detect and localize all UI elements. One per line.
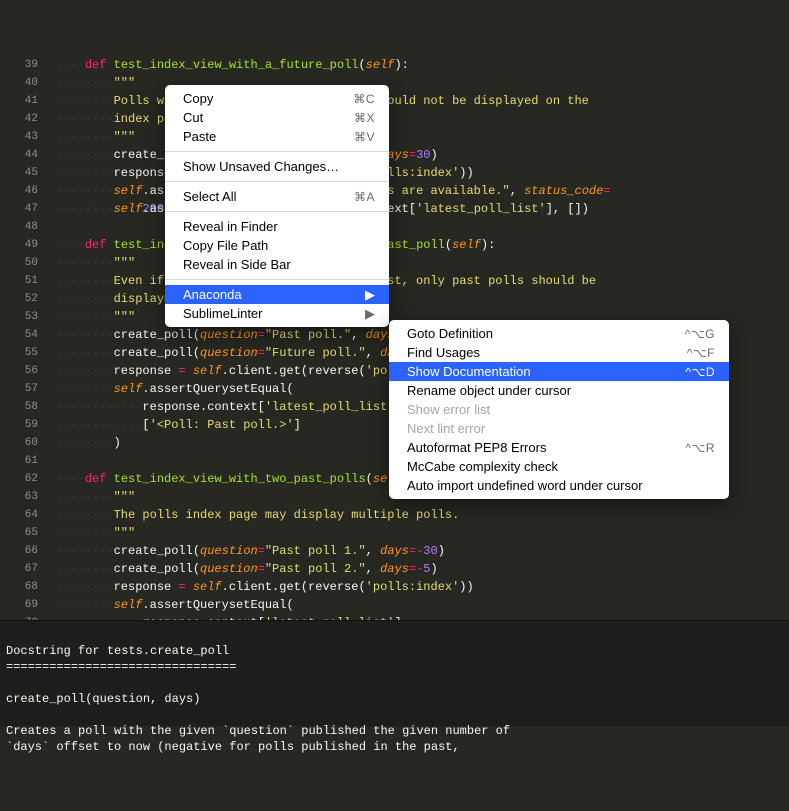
menu-item-mccabe-complexity-check[interactable]: McCabe complexity check <box>389 457 729 476</box>
line-number: 48 <box>0 218 38 236</box>
menu-item-label: Copy <box>183 91 329 106</box>
menu-item-show-error-list: Show error list <box>389 400 729 419</box>
doc-signature: create_poll(question, days) <box>6 692 200 706</box>
menu-separator <box>165 279 389 280</box>
menu-item-label: Paste <box>183 129 330 144</box>
line-number: 58 <box>0 398 38 416</box>
doc-underline: ================================ <box>6 660 236 674</box>
anaconda-submenu[interactable]: Goto Definition^⌥GFind Usages^⌥FShow Doc… <box>389 320 729 499</box>
line-number: 43 <box>0 128 38 146</box>
line-number: 49 <box>0 236 38 254</box>
submenu-arrow-icon: ▶ <box>341 287 375 303</box>
menu-item-label: SublimeLinter <box>183 306 341 321</box>
menu-item-label: Find Usages <box>407 345 663 360</box>
line-number: 47 <box>0 200 38 218</box>
menu-item-label: Show error list <box>407 402 715 417</box>
line-number: 56 <box>0 362 38 380</box>
doc-body-line: `days` offset to now (negative for polls… <box>6 740 460 754</box>
line-number: 67 <box>0 560 38 578</box>
docstring-panel: Docstring for tests.create_poll ========… <box>0 620 789 726</box>
menu-item-label: Reveal in Side Bar <box>183 257 375 272</box>
line-number: 55 <box>0 344 38 362</box>
menu-item-goto-definition[interactable]: Goto Definition^⌥G <box>389 324 729 343</box>
menu-item-paste[interactable]: Paste⌘V <box>165 127 389 146</box>
menu-item-label: Autoformat PEP8 Errors <box>407 440 661 455</box>
menu-item-shortcut: ⌘A <box>330 190 375 204</box>
menu-item-rename-object-under-cursor[interactable]: Rename object under cursor <box>389 381 729 400</box>
line-number: 69 <box>0 596 38 614</box>
menu-item-shortcut: ^⌥G <box>661 327 715 341</box>
menu-item-label: Cut <box>183 110 330 125</box>
code-line[interactable]: ········self.assertQuerysetEqual( <box>56 596 789 614</box>
menu-item-label: Reveal in Finder <box>183 219 375 234</box>
line-number: 41 <box>0 92 38 110</box>
menu-item-label: Copy File Path <box>183 238 375 253</box>
menu-item-label: Show Unsaved Changes… <box>183 159 375 174</box>
menu-item-anaconda[interactable]: Anaconda▶ <box>165 285 389 304</box>
menu-item-shortcut: ⌘V <box>330 130 375 144</box>
line-number: 50 <box>0 254 38 272</box>
code-line[interactable]: ········The polls index page may display… <box>56 506 789 524</box>
line-number: 68 <box>0 578 38 596</box>
menu-item-reveal-in-finder[interactable]: Reveal in Finder <box>165 217 389 236</box>
line-number: 40 <box>0 74 38 92</box>
menu-item-find-usages[interactable]: Find Usages^⌥F <box>389 343 729 362</box>
line-number: 52 <box>0 290 38 308</box>
code-line[interactable]: ········create_poll(question="Past poll … <box>56 560 789 578</box>
line-number: 53 <box>0 308 38 326</box>
menu-item-label: Goto Definition <box>407 326 661 341</box>
menu-item-label: Next lint error <box>407 421 715 436</box>
menu-item-label: McCabe complexity check <box>407 459 715 474</box>
menu-item-reveal-in-side-bar[interactable]: Reveal in Side Bar <box>165 255 389 274</box>
line-number: 60 <box>0 434 38 452</box>
menu-item-shortcut: ^⌥R <box>661 441 715 455</box>
menu-item-copy[interactable]: Copy⌘C <box>165 89 389 108</box>
code-line[interactable]: ········create_poll(question="Past poll … <box>56 542 789 560</box>
menu-item-shortcut: ^⌥D <box>661 365 715 379</box>
line-number-gutter: 3940414243444546474849505152535455565758… <box>0 56 56 671</box>
line-number: 45 <box>0 164 38 182</box>
line-number: 57 <box>0 380 38 398</box>
menu-item-shortcut: ⌘X <box>330 111 375 125</box>
line-number: 54 <box>0 326 38 344</box>
context-menu[interactable]: Copy⌘CCut⌘XPaste⌘VShow Unsaved Changes…S… <box>165 85 389 327</box>
menu-item-copy-file-path[interactable]: Copy File Path <box>165 236 389 255</box>
menu-item-label: Anaconda <box>183 287 341 302</box>
line-number: 51 <box>0 272 38 290</box>
menu-item-label: Show Documentation <box>407 364 661 379</box>
menu-separator <box>165 151 389 152</box>
menu-item-show-unsaved-changes[interactable]: Show Unsaved Changes… <box>165 157 389 176</box>
menu-item-cut[interactable]: Cut⌘X <box>165 108 389 127</box>
menu-item-sublimelinter[interactable]: SublimeLinter▶ <box>165 304 389 323</box>
menu-item-select-all[interactable]: Select All⌘A <box>165 187 389 206</box>
doc-body-line: Creates a poll with the given `question`… <box>6 724 510 738</box>
menu-item-autoformat-pep8-errors[interactable]: Autoformat PEP8 Errors^⌥R <box>389 438 729 457</box>
line-number: 66 <box>0 542 38 560</box>
menu-item-show-documentation[interactable]: Show Documentation^⌥D <box>389 362 729 381</box>
line-number: 44 <box>0 146 38 164</box>
menu-item-label: Rename object under cursor <box>407 383 715 398</box>
menu-item-auto-import-undefined-word-under-cursor[interactable]: Auto import undefined word under cursor <box>389 476 729 495</box>
menu-item-next-lint-error: Next lint error <box>389 419 729 438</box>
menu-separator <box>165 181 389 182</box>
code-line[interactable]: ········""" <box>56 524 789 542</box>
menu-item-shortcut: ⌘C <box>329 92 375 106</box>
line-number: 59 <box>0 416 38 434</box>
line-number: 63 <box>0 488 38 506</box>
line-number: 46 <box>0 182 38 200</box>
menu-item-shortcut: ^⌥F <box>663 346 715 360</box>
menu-separator <box>165 211 389 212</box>
line-number: 39 <box>0 56 38 74</box>
line-number: 64 <box>0 506 38 524</box>
code-line[interactable]: ····def test_index_view_with_a_future_po… <box>56 56 789 74</box>
menu-item-label: Auto import undefined word under cursor <box>407 478 715 493</box>
line-number: 42 <box>0 110 38 128</box>
line-number: 61 <box>0 452 38 470</box>
submenu-arrow-icon: ▶ <box>341 306 375 322</box>
code-line[interactable]: ········response = self.client.get(rever… <box>56 578 789 596</box>
menu-item-label: Select All <box>183 189 330 204</box>
line-number: 65 <box>0 524 38 542</box>
doc-title: Docstring for tests.create_poll <box>6 644 229 658</box>
line-number: 62 <box>0 470 38 488</box>
